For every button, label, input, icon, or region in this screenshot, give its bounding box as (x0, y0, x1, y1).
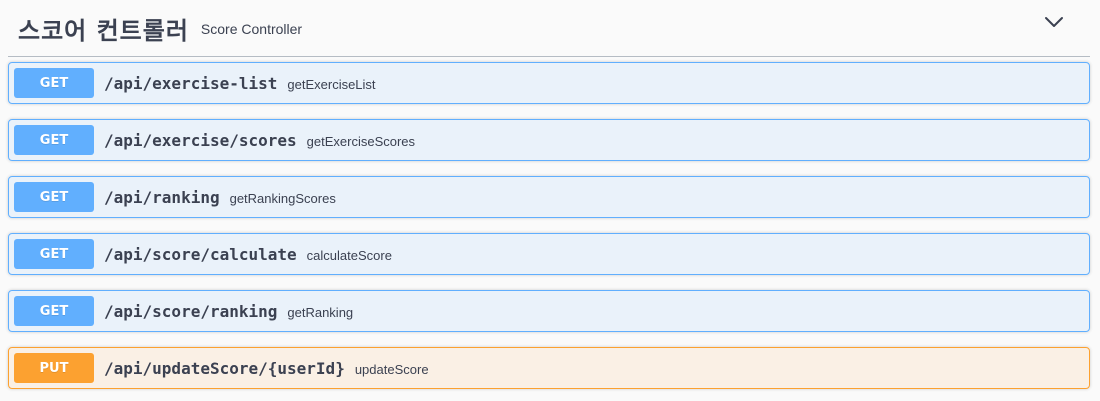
method-badge: GET (14, 125, 94, 155)
operation-summary: updateScore (354, 361, 429, 377)
operation-get-exercise-list[interactable]: GET /api/exercise-list getExerciseList (8, 62, 1090, 104)
operation-summary: getExerciseScores (306, 133, 416, 149)
tag-title: 스코어 컨트롤러 (18, 16, 189, 45)
score-controller-section: 스코어 컨트롤러 Score Controller GET /api/exerc… (0, 0, 1100, 401)
operation-get-score-calculate[interactable]: GET /api/score/calculate calculateScore (8, 233, 1090, 275)
operation-get-exercise-scores[interactable]: GET /api/exercise/scores getExerciseScor… (8, 119, 1090, 161)
operation-get-score-ranking[interactable]: GET /api/score/ranking getRanking (8, 290, 1090, 332)
method-badge: PUT (14, 353, 94, 383)
method-badge: GET (14, 68, 94, 98)
operation-put-update-score[interactable]: PUT /api/updateScore/{userId} updateScor… (8, 347, 1090, 389)
operation-summary: getRanking (287, 304, 354, 320)
operation-summary: getRankingScores (229, 190, 336, 206)
method-badge: GET (14, 296, 94, 326)
operation-path: /api/score/calculate (104, 244, 297, 264)
method-badge: GET (14, 182, 94, 212)
operation-path: /api/exercise/scores (104, 130, 297, 150)
operation-summary: getExerciseList (287, 76, 376, 92)
operation-summary: calculateScore (306, 247, 392, 263)
tag-header[interactable]: 스코어 컨트롤러 Score Controller (8, 0, 1090, 57)
operation-path: /api/score/ranking (104, 301, 278, 321)
operation-path: /api/exercise-list (104, 73, 278, 93)
tag-description: Score Controller (200, 21, 303, 37)
operation-get-ranking[interactable]: GET /api/ranking getRankingScores (8, 176, 1090, 218)
method-badge: GET (14, 239, 94, 269)
operations-list: GET /api/exercise-list getExerciseList G… (8, 62, 1090, 401)
chevron-down-icon[interactable] (1044, 12, 1064, 32)
operation-path: /api/updateScore/{userId} (104, 358, 345, 378)
operation-path: /api/ranking (104, 187, 220, 207)
